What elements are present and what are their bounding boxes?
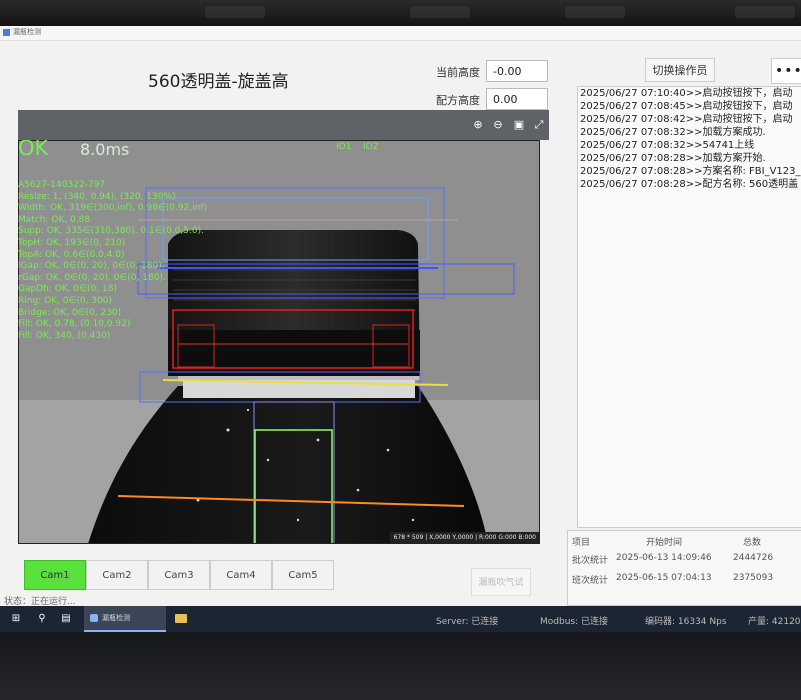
measurement-line: rGap: OK, 0∈(0, 20), 0∈(0, 180). [18, 272, 166, 283]
folder-icon[interactable] [175, 614, 187, 623]
stats-cell: 2025-06-15 07:04:13 [616, 573, 712, 583]
stats-cell: 2025-06-13 14:09:46 [616, 553, 712, 563]
measurement-line: TopA: OK, 0.6∈(0.0,4.0) [18, 249, 125, 260]
modbus-status: Modbus: 已连接 [540, 617, 608, 627]
measurement-line: lGap: OK, 0∈(0, 20), 0∈(0, 180). [18, 261, 165, 272]
camera-tab-cam5[interactable]: Cam5 [272, 560, 334, 590]
zoom-out-icon[interactable]: ⊖ [492, 119, 504, 131]
image-toolbar: ⊕ ⊖ ▣ ⤢ [18, 110, 549, 140]
operator-password-field[interactable]: •••• [771, 58, 801, 84]
image-status-bar: 678 * 509 | X,0000 Y,0000 | R:000 G:000 … [389, 532, 540, 544]
measurement-line: Supp: OK, 335∈(310,380), 0.1∈(0.0,5.0). [18, 226, 204, 237]
stats-header-total: 总数 [743, 538, 762, 548]
measurement-line: Fill: OK, 340, (0,430) [18, 330, 111, 341]
camera-tab-cam4[interactable]: Cam4 [210, 560, 272, 590]
recipe-height-field[interactable]: 0.00 [486, 88, 548, 110]
switch-operator-button[interactable]: 切换操作员 [645, 58, 715, 82]
camera-tab-cam1[interactable]: Cam1 [24, 560, 86, 590]
log-entry: 2025/06/27 07:08:42>>启动按钮按下，启动 [580, 114, 793, 125]
monitor-bezel-top [0, 0, 801, 26]
current-height-field[interactable]: -0.00 [486, 60, 548, 82]
monitor-bezel-bottom [0, 632, 801, 700]
output-count: 产量: 42120 [748, 617, 801, 627]
inspection-time: 8.0ms [80, 140, 130, 159]
log-entry: 2025/06/27 07:08:32>>加载方案成功. [580, 127, 766, 138]
zoom-in-icon[interactable]: ⊕ [472, 119, 484, 131]
event-log[interactable]: 2025/06/27 07:10:40>>启动按钮按下，启动 2025/06/27… [577, 86, 801, 528]
measurement-line: Bridge: OK, 0∈(0, 230) [18, 307, 122, 318]
measurement-line: GapDh: OK, 0∈(0, 18) [18, 284, 117, 295]
stats-header-start: 开始时间 [646, 538, 683, 548]
window-title: 漏瓶检测 [13, 28, 41, 36]
measurement-line: A5627-140322-797 [18, 180, 106, 190]
log-entry: 2025/06/27 07:08:28>>加载方案开始. [580, 153, 766, 164]
stats-cell: 批次统计 [572, 556, 609, 566]
log-entry: 2025/06/27 07:10:40>>启动按钮按下，启动 [580, 88, 793, 99]
stats-header-item: 项目 [572, 538, 591, 548]
page-title: 560透明盖-旋盖高 [148, 72, 289, 92]
measurement-line: Width: OK, 319∈(300,inf), 0.98∈(0.92,inf… [18, 203, 208, 214]
search-icon[interactable]: ⚲ [36, 613, 48, 625]
log-entry: 2025/06/27 07:08:32>>54741上线 [580, 140, 755, 151]
stats-cell: 2375093 [733, 573, 774, 583]
fullscreen-icon[interactable]: ⤢ [533, 119, 545, 131]
log-entry: 2025/06/27 07:08:28>>配方名称: 560透明盖 [580, 179, 799, 190]
blow-test-button[interactable]: 漏瓶吹气试 [471, 568, 531, 596]
encoder-status: 编码器: 16334 Nps [645, 617, 727, 627]
measurement-line: Resize: 1, (340, 0.94), (320, 130%) [18, 191, 176, 202]
camera-image-viewer[interactable]: OK 8.0ms IO1 IO2 A5627-140322-797 Resize:… [18, 140, 540, 544]
io2-indicator: IO2 [363, 142, 379, 152]
app-icon [90, 614, 98, 622]
app-icon [3, 29, 10, 36]
current-height-label: 当前高度 [436, 66, 480, 79]
task-view-icon[interactable]: ▤ [60, 613, 72, 625]
measurement-line: Fill: OK, 0.78, (0.10,0.92) [18, 319, 131, 330]
camera-tab-cam2[interactable]: Cam2 [86, 560, 148, 590]
measurement-line: TopH: OK, 193∈(0, 210) [18, 238, 126, 248]
taskbar-app-button[interactable]: 漏瓶检测 [84, 606, 166, 632]
recipe-height-label: 配方高度 [436, 94, 480, 107]
stats-cell: 2444726 [733, 553, 774, 563]
statistics-table: 项目 开始时间 总数 批次统计 2025-06-13 14:09:46 2444… [567, 530, 801, 606]
stats-cell: 班次统计 [572, 576, 609, 586]
log-entry: 2025/06/27 07:08:45>>启动按钮按下，启动 [580, 101, 793, 112]
window-titlebar[interactable]: 漏瓶检测 [0, 26, 801, 41]
camera-tab-cam3[interactable]: Cam3 [148, 560, 210, 590]
windows-start-icon[interactable]: ⊞ [10, 613, 22, 625]
server-status: Server: 已连接 [436, 617, 499, 627]
app-screen: 漏瓶检测 560透明盖-旋盖高 当前高度 -0.00 配方高度 0.00 ⊕ ⊖… [0, 26, 801, 632]
fit-image-icon[interactable]: ▣ [513, 119, 525, 131]
log-entry: 2025/06/27 07:08:28>>方案名称: FBI_V123_ [580, 166, 801, 177]
measurement-line: Ring: OK, 0∈(0, 300) [18, 296, 112, 306]
taskbar-app-title: 漏瓶检测 [102, 614, 130, 622]
result-status: OK [18, 140, 49, 160]
io1-indicator: IO1 [336, 142, 352, 152]
measurement-line: Match: OK, 0.88 [18, 214, 91, 225]
